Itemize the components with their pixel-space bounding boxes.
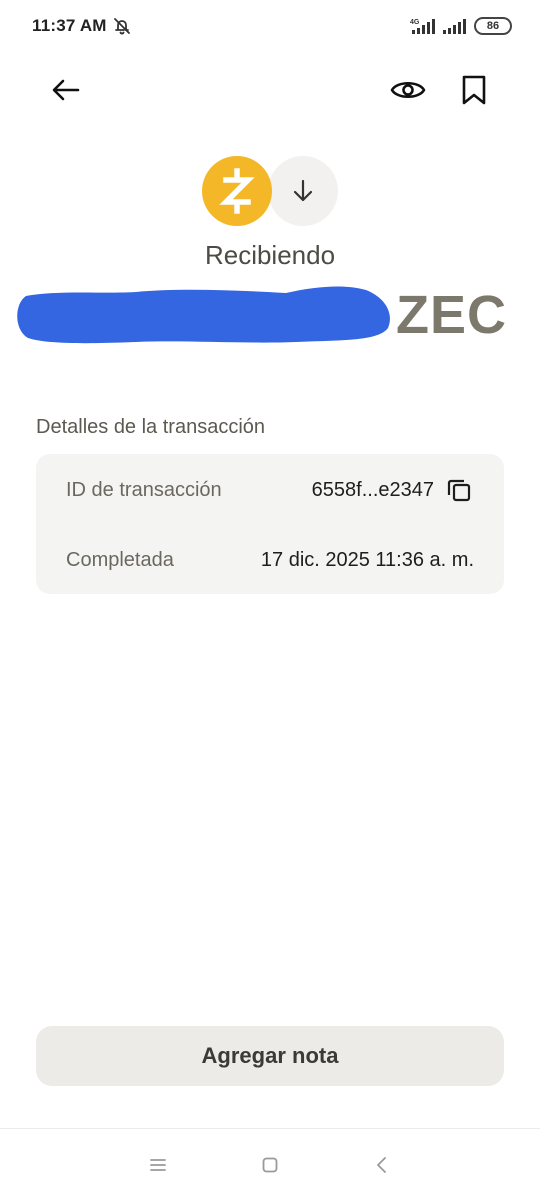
menu-icon — [150, 1159, 166, 1171]
detail-label: Completada — [66, 548, 174, 571]
transaction-status: Recibiendo — [204, 240, 336, 270]
amount-currency: ZEC — [396, 285, 507, 345]
signal-icon — [442, 17, 468, 35]
detail-label: ID de transacción — [66, 478, 222, 501]
completed-date-value: 17 dic. 2025 11:36 a. m. — [260, 548, 474, 571]
details-section-title: Detalles de la transacción — [36, 416, 266, 438]
bookmark-button[interactable] — [450, 66, 498, 114]
detail-row-transaction-id: ID de transacción 6558f...e2347 — [66, 472, 474, 508]
coin-icon-group — [202, 156, 342, 226]
copy-button[interactable] — [444, 475, 474, 505]
network-type-label: 4G — [410, 19, 420, 26]
transaction-detail-screen: 11:37 AM 4G 86 Recibiendo ZEC Detalles d… — [0, 0, 540, 1200]
eye-icon — [390, 81, 426, 99]
nav-back-button[interactable] — [364, 1149, 400, 1181]
battery-icon: 86 — [474, 17, 512, 35]
zec-logo-icon — [202, 156, 272, 226]
transaction-id-value: 6558f...e2347 — [312, 475, 474, 505]
add-note-button[interactable]: Agregar nota — [36, 1026, 504, 1086]
top-app-bar — [0, 62, 540, 118]
bookmark-icon — [462, 75, 486, 105]
back-arrow-icon — [52, 79, 80, 101]
transaction-id-text: 6558f...e2347 — [311, 478, 434, 501]
detail-row-completed: Completada 17 dic. 2025 11:36 a. m. — [66, 542, 474, 578]
dnd-icon — [112, 16, 132, 36]
nav-home-button[interactable] — [252, 1149, 288, 1181]
status-time: 11:37 AM — [32, 16, 107, 35]
signal-icon: 4G — [410, 17, 436, 35]
back-button[interactable] — [42, 66, 90, 114]
status-bar: 11:37 AM 4G 86 — [0, 0, 540, 52]
copy-icon — [447, 479, 471, 502]
receive-badge — [268, 156, 338, 226]
amount-redacted — [17, 286, 390, 344]
home-icon — [262, 1157, 278, 1173]
arrow-down-icon — [293, 179, 313, 202]
back-icon — [377, 1157, 386, 1173]
details-card: ID de transacción 6558f...e2347 Completa… — [36, 454, 504, 594]
toggle-visibility-button[interactable] — [384, 66, 432, 114]
system-nav-bar — [0, 1128, 540, 1200]
status-indicators: 4G 86 — [410, 16, 512, 36]
amount-row: ZEC — [0, 282, 540, 348]
nav-menu-button[interactable] — [140, 1149, 176, 1181]
